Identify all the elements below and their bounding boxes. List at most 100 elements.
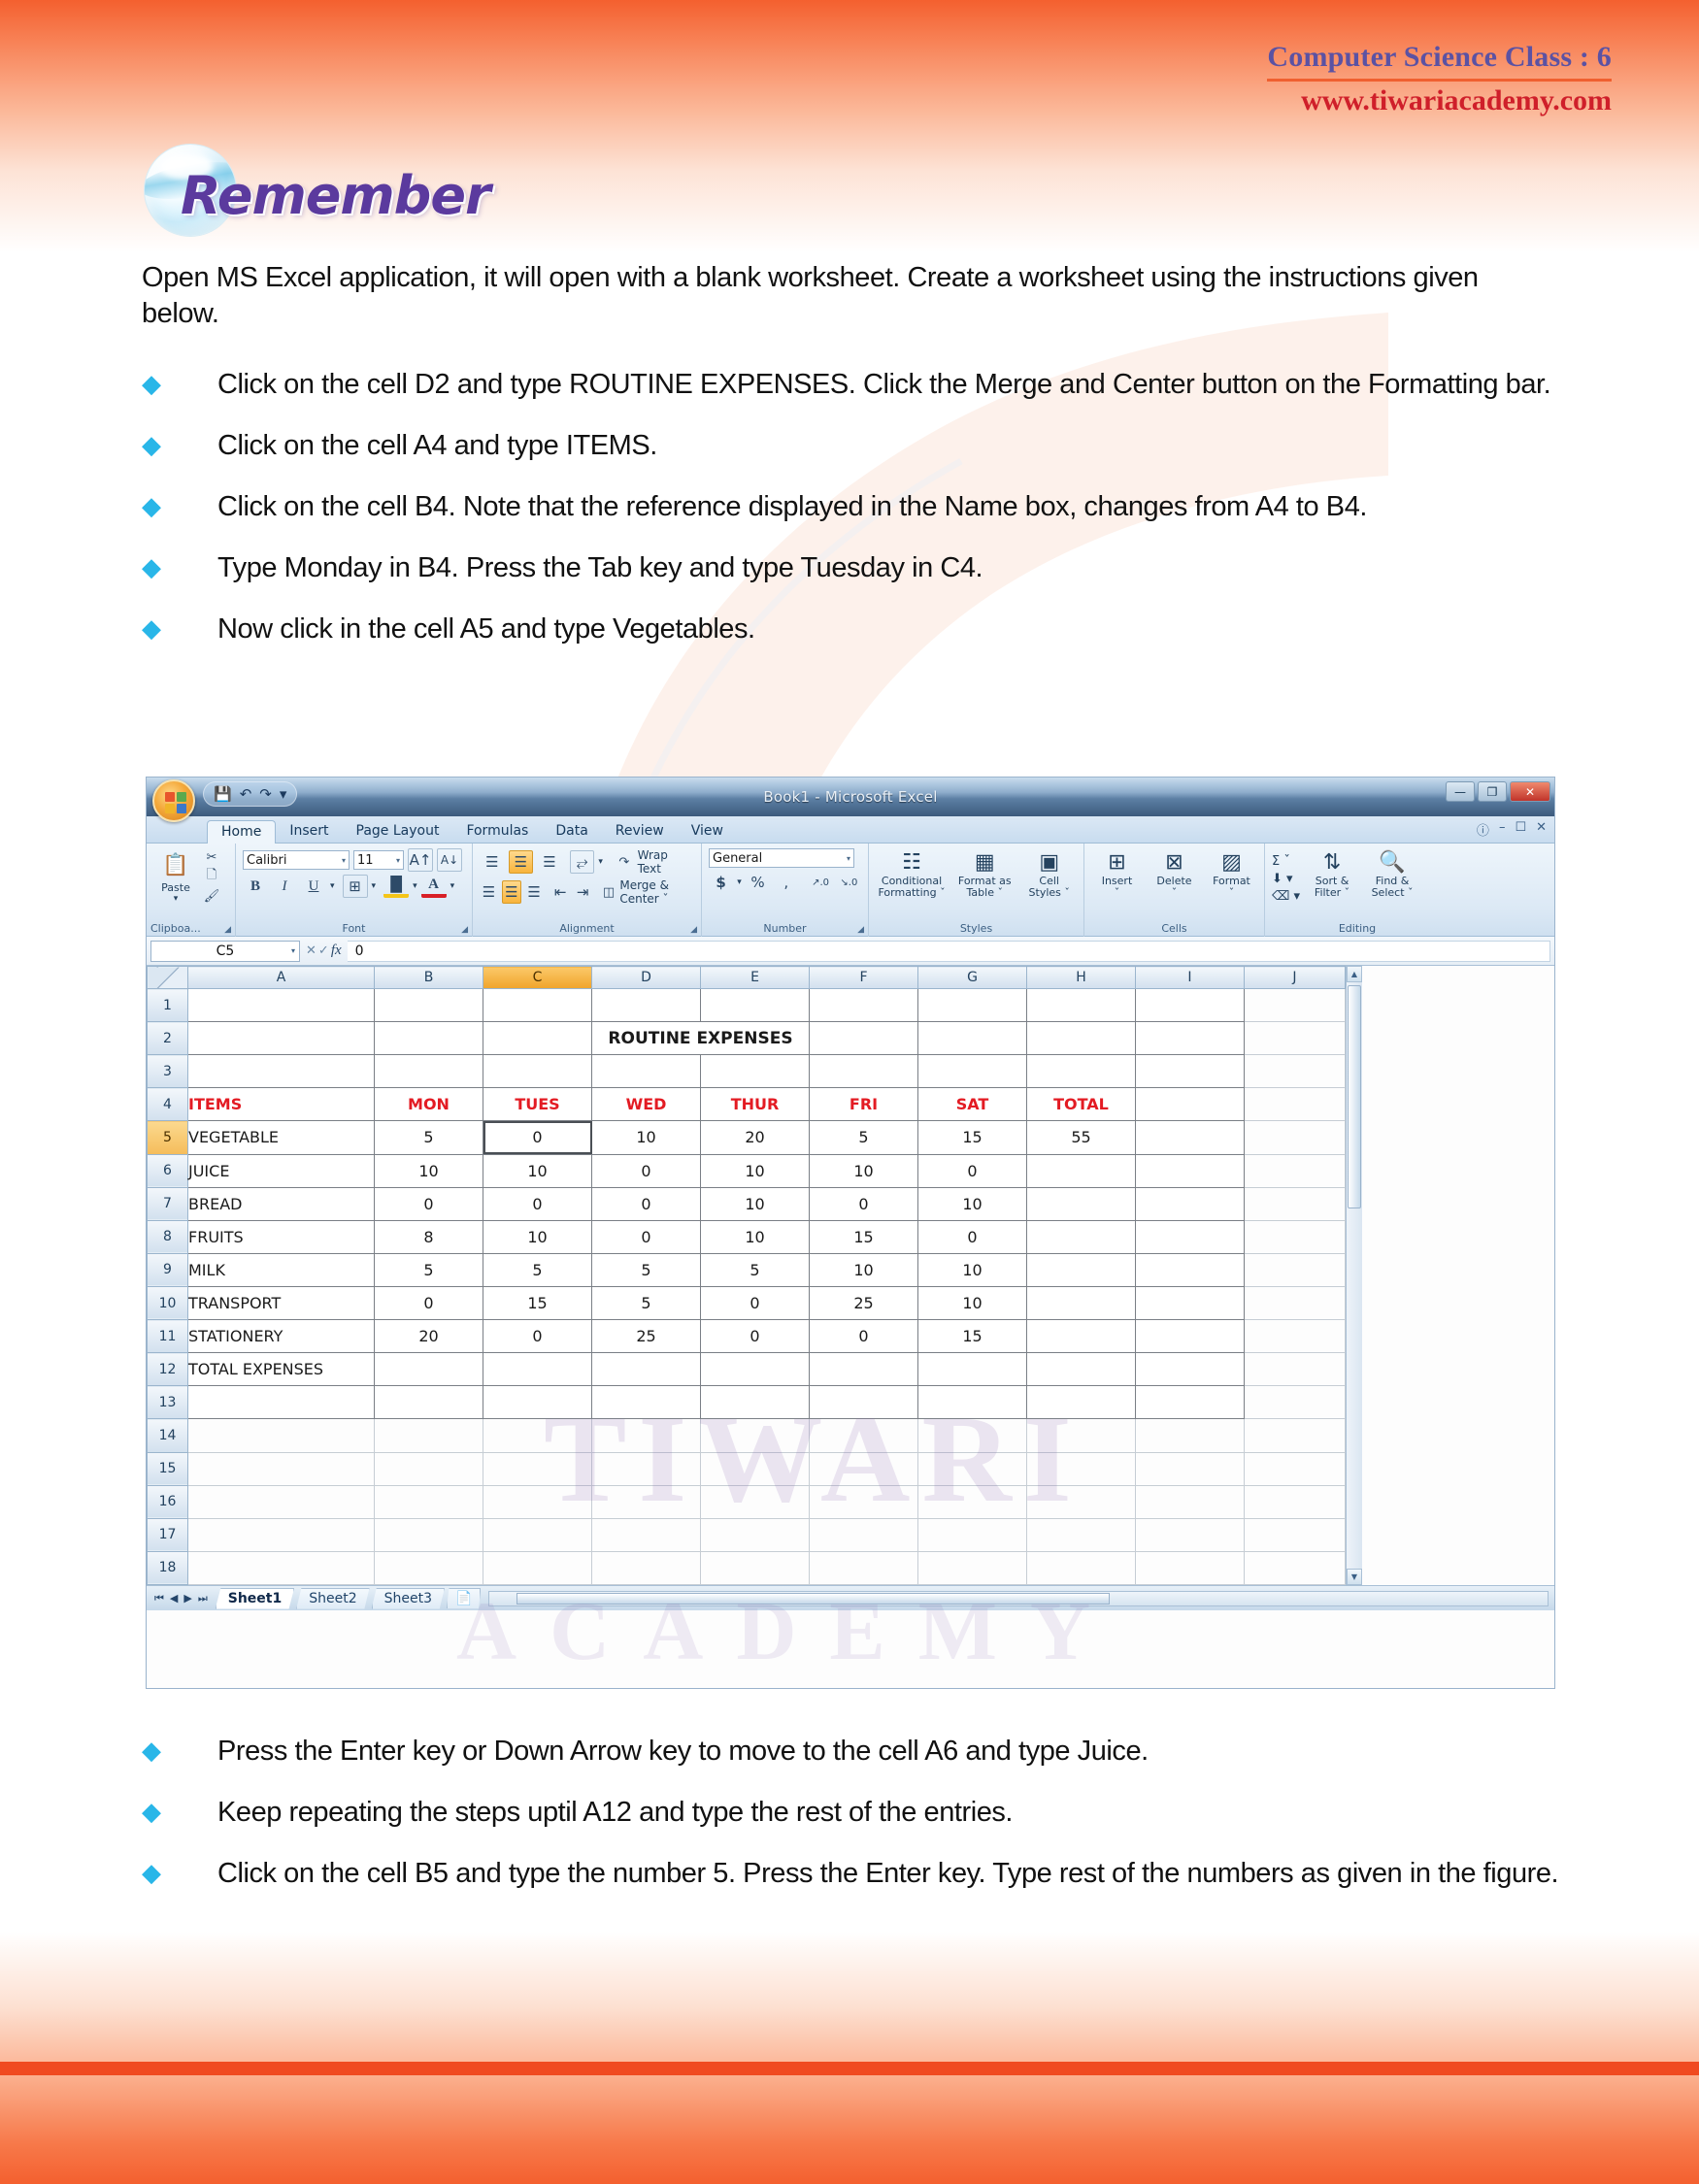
- cell-j14[interactable]: [1244, 1418, 1346, 1453]
- column-header-d[interactable]: D: [591, 966, 701, 989]
- cell-h8[interactable]: [1026, 1220, 1136, 1254]
- cell-a1[interactable]: [187, 988, 375, 1023]
- borders-dropdown-icon[interactable]: ▾: [372, 881, 377, 891]
- tab-insert[interactable]: Insert: [276, 820, 342, 843]
- cell-h17[interactable]: [1026, 1518, 1136, 1552]
- row-header-4[interactable]: 4: [147, 1087, 188, 1122]
- increase-decimal-icon[interactable]: ↗.0: [808, 871, 832, 894]
- cell-j1[interactable]: [1244, 988, 1346, 1023]
- decrease-decimal-icon[interactable]: ↘.0: [837, 871, 861, 894]
- format-as-table-button[interactable]: ▦ Format as Table ˇ: [953, 852, 1016, 899]
- cell-e6[interactable]: 10: [700, 1154, 810, 1188]
- row-header-9[interactable]: 9: [147, 1252, 188, 1287]
- cell-b10[interactable]: 0: [374, 1286, 483, 1321]
- cell-g1[interactable]: [917, 988, 1027, 1023]
- cell-e13[interactable]: [700, 1385, 810, 1420]
- row-header-1[interactable]: 1: [147, 987, 188, 1023]
- help-icon[interactable]: ⓘ: [1477, 820, 1489, 839]
- cell-j11[interactable]: [1244, 1319, 1346, 1354]
- cell-a7[interactable]: BREAD: [187, 1187, 375, 1221]
- cell-g18[interactable]: [917, 1551, 1027, 1586]
- cell-h1[interactable]: [1026, 988, 1136, 1023]
- cell-b17[interactable]: [374, 1518, 483, 1552]
- number-dialog-launcher-icon[interactable]: ◢: [857, 925, 864, 935]
- cell-b18[interactable]: [374, 1551, 483, 1586]
- merge-center-icon[interactable]: ◫: [602, 883, 616, 901]
- cell-i5[interactable]: [1135, 1120, 1245, 1155]
- cell-i9[interactable]: [1135, 1253, 1245, 1287]
- wrap-text-icon[interactable]: ↷: [615, 853, 634, 871]
- cell-h14[interactable]: [1026, 1418, 1136, 1453]
- tab-data[interactable]: Data: [542, 820, 601, 843]
- cell-i3[interactable]: [1135, 1054, 1245, 1089]
- cell-e15[interactable]: [700, 1452, 810, 1486]
- cell-a9[interactable]: MILK: [187, 1253, 375, 1287]
- cell-f6[interactable]: 10: [809, 1154, 918, 1188]
- row-header-17[interactable]: 17: [147, 1517, 188, 1552]
- cell-g17[interactable]: [917, 1518, 1027, 1552]
- font-name-select[interactable]: Calibri ▾: [243, 850, 350, 870]
- cell-b3[interactable]: [374, 1054, 483, 1089]
- cell-i11[interactable]: [1135, 1319, 1245, 1354]
- cell-c1[interactable]: [483, 988, 592, 1023]
- cell-f3[interactable]: [809, 1054, 918, 1089]
- cell-i16[interactable]: [1135, 1485, 1245, 1519]
- cell-i13[interactable]: [1135, 1385, 1245, 1420]
- cell-h6[interactable]: [1026, 1154, 1136, 1188]
- font-color-icon[interactable]: A: [420, 875, 447, 898]
- format-painter-icon[interactable]: 🖌: [202, 887, 221, 905]
- cell-d8[interactable]: 0: [591, 1220, 701, 1254]
- select-all-corner[interactable]: [147, 966, 188, 989]
- cell-f4[interactable]: FRI: [809, 1087, 918, 1122]
- font-size-select[interactable]: 11 ▾: [353, 850, 404, 870]
- cell-a10[interactable]: TRANSPORT: [187, 1286, 375, 1321]
- cell-d12[interactable]: [591, 1352, 701, 1387]
- row-header-11[interactable]: 11: [147, 1319, 188, 1354]
- cell-h15[interactable]: [1026, 1452, 1136, 1486]
- column-header-b[interactable]: B: [374, 966, 483, 989]
- cell-g3[interactable]: [917, 1054, 1027, 1089]
- cell-c9[interactable]: 5: [483, 1253, 592, 1287]
- cell-i12[interactable]: [1135, 1352, 1245, 1387]
- cell-g10[interactable]: 10: [917, 1286, 1027, 1321]
- number-format-select[interactable]: General ▾: [709, 848, 854, 868]
- orientation-icon[interactable]: ⥂: [569, 850, 595, 874]
- cell-g8[interactable]: 0: [917, 1220, 1027, 1254]
- cell-a14[interactable]: [187, 1418, 375, 1453]
- vertical-scroll-thumb[interactable]: [1348, 985, 1361, 1208]
- horizontal-scroll-thumb[interactable]: [516, 1592, 1110, 1605]
- paste-icon[interactable]: 📋: [159, 848, 192, 881]
- tab-home[interactable]: Home: [207, 820, 277, 844]
- horizontal-scrollbar[interactable]: [488, 1590, 1549, 1606]
- cell-j18[interactable]: [1244, 1551, 1346, 1586]
- orientation-dropdown-icon[interactable]: ▾: [598, 857, 603, 867]
- cell-j10[interactable]: [1244, 1286, 1346, 1321]
- cell-d2-merged-title[interactable]: ROUTINE EXPENSES: [591, 1021, 810, 1056]
- align-left-icon[interactable]: ☰: [480, 880, 498, 904]
- underline-dropdown-icon[interactable]: ▾: [330, 881, 335, 891]
- cell-i15[interactable]: [1135, 1452, 1245, 1486]
- cell-f17[interactable]: [809, 1518, 918, 1552]
- cell-h9[interactable]: [1026, 1253, 1136, 1287]
- cell-a3[interactable]: [187, 1054, 375, 1089]
- cell-c5[interactable]: 0: [483, 1120, 592, 1155]
- accept-formula-icon[interactable]: ✓: [318, 943, 329, 958]
- cell-d13[interactable]: [591, 1385, 701, 1420]
- cell-e12[interactable]: [700, 1352, 810, 1387]
- column-header-i[interactable]: I: [1135, 966, 1245, 989]
- cell-b9[interactable]: 5: [374, 1253, 483, 1287]
- cell-c4[interactable]: TUES: [483, 1087, 592, 1122]
- cell-a5[interactable]: VEGETABLE: [187, 1120, 375, 1155]
- cell-j15[interactable]: [1244, 1452, 1346, 1486]
- align-center-icon[interactable]: ☰: [502, 880, 521, 904]
- cell-e14[interactable]: [700, 1418, 810, 1453]
- cell-f2[interactable]: [809, 1021, 918, 1056]
- cell-c6[interactable]: 10: [483, 1154, 592, 1188]
- delete-cells-button[interactable]: ⊠ Delete ˇ: [1149, 852, 1200, 899]
- row-header-6[interactable]: 6: [147, 1153, 188, 1188]
- cell-c2[interactable]: [483, 1021, 592, 1056]
- tab-page-layout[interactable]: Page Layout: [343, 820, 453, 843]
- cell-g7[interactable]: 10: [917, 1187, 1027, 1221]
- cell-f1[interactable]: [809, 988, 918, 1023]
- column-header-j[interactable]: J: [1244, 966, 1346, 989]
